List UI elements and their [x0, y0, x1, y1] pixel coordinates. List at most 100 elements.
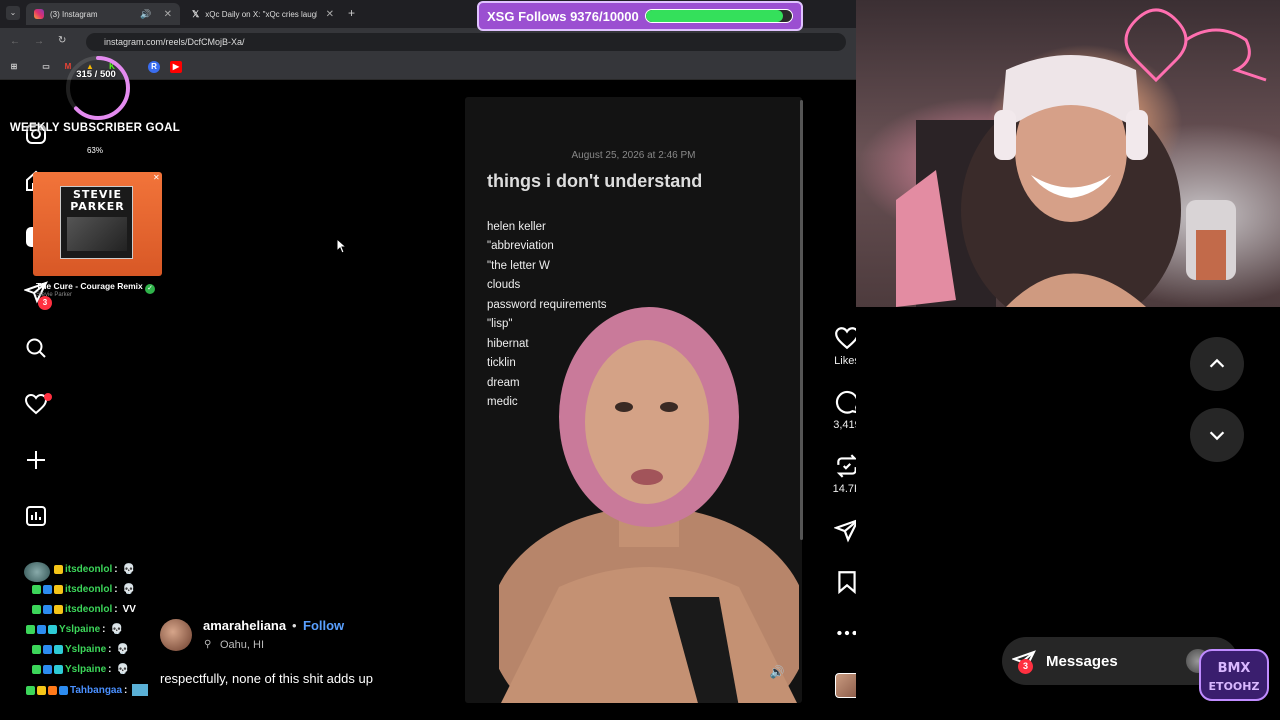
chat-username: itsdeonlol [65, 584, 113, 595]
close-icon[interactable]: ✕ [153, 173, 160, 182]
chat-badge-icon [54, 605, 63, 614]
chat-badge-icon [59, 685, 68, 695]
close-tab-icon[interactable]: ✕ [164, 9, 172, 20]
next-reel-button[interactable] [1190, 408, 1244, 462]
reel-date: August 25, 2026 at 2:46 PM [571, 150, 696, 161]
song-title: The Cure - Courage Remix [36, 281, 143, 291]
album-title: STEVIE PARKER [70, 188, 125, 213]
chat-badge-icon [32, 605, 41, 614]
reel-list-item: "the letter W [487, 260, 550, 272]
chat-message: itsdeonlol: 💀 [54, 564, 135, 575]
insights-chart-icon[interactable] [22, 502, 50, 530]
screen: ⌄ (3) Instagram 🔊 ✕ 𝕏 xQc Daily on X: "x… [0, 0, 1280, 720]
author-username[interactable]: amaraheliana [203, 618, 286, 633]
chat-message: Yslpaine: 💀 [32, 644, 129, 655]
new-tab-icon[interactable]: + [348, 6, 355, 20]
search-icon[interactable] [22, 334, 50, 362]
r-bookmark-icon[interactable]: R [148, 61, 160, 73]
album-cover: STEVIE PARKER [60, 186, 133, 259]
folder-icon[interactable]: ▭ [40, 61, 52, 73]
chevron-down-icon [1209, 431, 1225, 441]
chevron-up-icon [1209, 358, 1225, 368]
author-location[interactable]: Oahu, HI [220, 639, 264, 651]
chat-message: Tahbangaa: [26, 684, 149, 696]
album-photo [67, 217, 127, 251]
chat-emote [132, 684, 149, 696]
create-plus-icon[interactable] [22, 446, 50, 474]
mouse-cursor-icon [336, 238, 348, 254]
chat-badge-icon [54, 565, 63, 574]
reel-person-image [499, 307, 799, 703]
chat-badge-icon [26, 685, 35, 695]
chat-badge-icon [43, 665, 52, 674]
apps-icon[interactable]: ⊞ [8, 61, 20, 73]
chat-badge-icon [48, 685, 57, 695]
reel-scrollbar[interactable] [800, 100, 803, 540]
reel-video[interactable]: August 25, 2026 at 2:46 PM things i don'… [465, 97, 802, 703]
tab-label: (3) Instagram [50, 9, 98, 19]
chat-badge-icon [32, 645, 41, 654]
chat-username: itsdeonlol [65, 604, 113, 615]
chat-text: VV [122, 604, 136, 615]
reel-list-item: "abbreviation [487, 240, 554, 252]
x-logo-icon: 𝕏 [192, 8, 200, 19]
reel-list-item: helen keller [487, 221, 546, 233]
chat-badge-icon [26, 625, 35, 634]
chat-badge-icon [32, 585, 41, 594]
follow-button[interactable]: Follow [303, 618, 344, 633]
close-tab-icon[interactable]: ✕ [326, 9, 334, 20]
chat-message: Yslpaine: 💀 [26, 624, 123, 635]
chat-message: itsdeonlol: VV [32, 604, 136, 615]
tab-list-icon[interactable]: ⌄ [6, 6, 20, 20]
reel-list-item: clouds [487, 279, 521, 291]
subscriber-count: 315 / 500 [76, 69, 116, 80]
reload-icon[interactable]: ↻ [58, 35, 66, 46]
svg-text:BMX: BMX [1218, 661, 1251, 676]
notification-dot [44, 393, 52, 401]
chat-badge-icon [43, 605, 52, 614]
separator-dot: • [292, 618, 297, 633]
webcam-image [896, 8, 1267, 307]
messages-unread-badge: 3 [1018, 659, 1033, 674]
subscriber-goal-title: WEEKLY SUBSCRIBER GOAL [9, 122, 181, 134]
chat-text: 💀 [110, 624, 123, 635]
chat-message: itsdeonlol: 💀 [32, 584, 135, 595]
chat-badge-icon [43, 645, 52, 654]
chat-username: Yslpaine [65, 664, 107, 675]
instagram-icon [34, 9, 44, 19]
follow-goal-track [644, 9, 793, 23]
messages-label: Messages [1046, 652, 1118, 670]
channel-logo: BMX ETOOHZ [1199, 649, 1269, 701]
chat-avatar [24, 562, 50, 582]
speaker-icon: 🔊 [140, 8, 152, 19]
url-input[interactable]: instagram.com/reels/DcfCMojB-Xa/ [86, 33, 846, 51]
youtube-icon[interactable]: ▶ [170, 61, 182, 73]
reel-caption: respectfully, none of this shit adds up [160, 671, 373, 686]
follow-goal-fill [645, 10, 783, 22]
tab-xqc-daily[interactable]: 𝕏 xQc Daily on X: "xQc cries laugh ✕ [184, 3, 342, 25]
chat-text: 💀 [122, 584, 136, 595]
tab-label: xQc Daily on X: "xQc cries laugh [205, 9, 318, 19]
mute-speaker-icon[interactable]: 🔊 [767, 665, 787, 685]
subscriber-goal-percent: 63% [86, 146, 103, 155]
chat-text: 💀 [116, 644, 129, 655]
reel-title: things i don't understand [487, 171, 703, 191]
author-avatar[interactable] [160, 619, 192, 651]
follow-goal-label: XSG Follows 9376/10000 [487, 8, 639, 24]
chat-text: 💀 [122, 564, 136, 575]
chat-badge-icon [43, 585, 52, 594]
location-pin-icon: ⚲ [204, 639, 212, 650]
chat-username: Tahbangaa [70, 684, 123, 696]
tab-instagram[interactable]: (3) Instagram 🔊 ✕ [26, 3, 180, 25]
messages-badge: 3 [38, 296, 52, 310]
chat-username: itsdeonlol [65, 564, 113, 575]
follow-goal-bar: XSG Follows 9376/10000 [477, 1, 803, 31]
forward-icon[interactable]: → [34, 36, 44, 47]
webcam-feed [856, 0, 1280, 307]
chat-text: 💀 [116, 664, 129, 675]
verified-check-icon: ✓ [145, 284, 155, 294]
back-icon[interactable]: ← [10, 36, 20, 47]
chat-badge-icon [37, 685, 46, 695]
chat-badge-icon [54, 665, 63, 674]
previous-reel-button[interactable] [1190, 337, 1244, 391]
